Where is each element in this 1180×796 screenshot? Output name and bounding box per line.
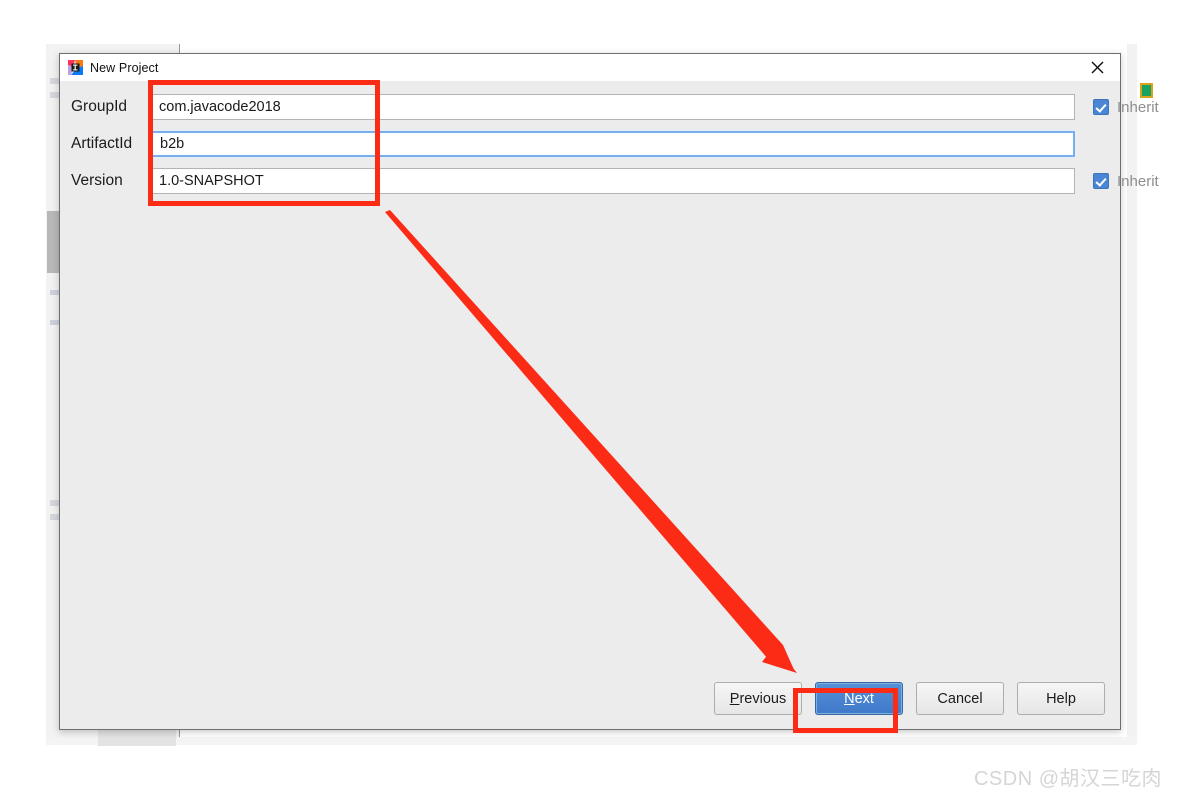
artifactid-label: ArtifactId — [71, 135, 133, 152]
new-project-dialog: New Project GroupId com.javacode2018 Inh… — [59, 53, 1159, 730]
version-inherit-label: Inherit — [1117, 172, 1159, 190]
dialog-title: New Project — [90, 60, 159, 75]
next-accel: N — [844, 690, 855, 707]
intellij-idea-icon — [68, 60, 83, 75]
next-button[interactable]: Next — [815, 682, 903, 715]
background-scrollbar[interactable] — [47, 211, 59, 273]
artifactid-input[interactable]: b2b — [149, 130, 1076, 158]
version-inherit-group[interactable]: Inherit — [1093, 173, 1159, 190]
help-button[interactable]: Help — [1017, 682, 1105, 715]
groupid-label: GroupId — [71, 98, 128, 115]
groupid-input[interactable]: com.javacode2018 — [150, 94, 1075, 120]
groupid-inherit-group[interactable]: Inherit — [1093, 99, 1159, 116]
previous-label: revious — [739, 690, 787, 707]
form-row-version: Version 1.0-SNAPSHOT Inherit — [60, 166, 1159, 196]
cancel-button[interactable]: Cancel — [916, 682, 1004, 715]
previous-button[interactable]: Previous — [714, 682, 802, 715]
groupid-inherit-label: Inherit — [1117, 98, 1159, 116]
dialog-footer: Previous Next Cancel Help — [60, 682, 1120, 715]
next-label: ext — [854, 690, 874, 707]
close-icon[interactable] — [1075, 54, 1120, 81]
form-row-artifactid: ArtifactId b2b — [60, 129, 1076, 159]
background-right-strip — [1127, 44, 1137, 745]
background-tool-tab[interactable] — [98, 728, 176, 746]
csdn-watermark: CSDN @胡汉三吃肉 — [973, 768, 1162, 790]
previous-accel: P — [729, 690, 740, 707]
version-input[interactable]: 1.0-SNAPSHOT — [150, 168, 1075, 194]
form-row-groupid: GroupId com.javacode2018 Inherit — [60, 92, 1159, 122]
version-inherit-checkbox[interactable] — [1093, 173, 1109, 189]
background-status-bar — [46, 737, 1137, 745]
dialog-titlebar: New Project — [60, 54, 1120, 81]
groupid-inherit-checkbox[interactable] — [1093, 99, 1109, 115]
version-label: Version — [71, 172, 123, 189]
dialog-body: GroupId com.javacode2018 Inherit Artifac… — [60, 81, 1159, 729]
